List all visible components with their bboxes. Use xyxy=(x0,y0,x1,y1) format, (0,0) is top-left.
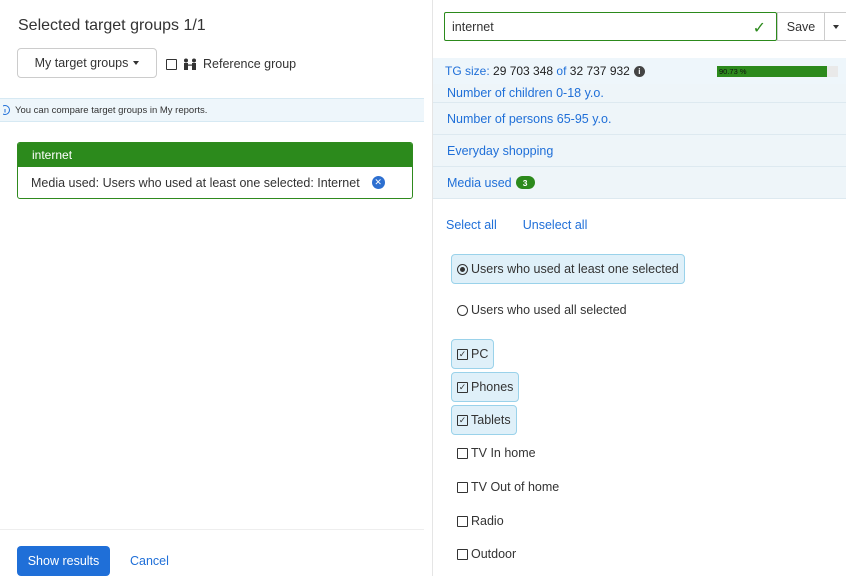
unselect-all-link[interactable]: Unselect all xyxy=(523,218,588,232)
media-option-radio[interactable]: Radio xyxy=(452,506,509,536)
category-item[interactable]: Number of children 0-18 y.o. xyxy=(433,84,846,103)
tg-size-value: 29 703 348 xyxy=(493,64,554,78)
option-label: Phones xyxy=(471,380,514,394)
checkbox-checked[interactable]: ✓ xyxy=(457,348,468,360)
remove-condition-icon[interactable]: ✕ xyxy=(371,176,385,189)
selection-links: Select all Unselect all xyxy=(446,218,587,232)
category-item[interactable]: Number of persons 65-95 y.o. xyxy=(433,103,846,135)
selected-count-badge: 3 xyxy=(515,176,535,189)
media-option-pc[interactable]: ✓ PC xyxy=(451,339,495,369)
reference-group-toggle[interactable]: Reference group xyxy=(166,57,296,71)
tg-name-input[interactable] xyxy=(452,19,742,34)
checkmark-icon: ✓ xyxy=(752,20,766,37)
progress-label: 90.73 % xyxy=(719,67,747,76)
info-banner: You can compare target groups in My repo… xyxy=(0,98,424,122)
option-label: Users who used all selected xyxy=(471,303,627,317)
info-icon xyxy=(3,105,10,115)
panel-footer: Show results Cancel xyxy=(0,529,424,576)
media-option-phones[interactable]: ✓ Phones xyxy=(451,372,520,402)
my-target-groups-dropdown[interactable]: My target groups xyxy=(17,48,157,78)
tg-name-field[interactable]: ✓ xyxy=(444,12,777,41)
option-label: PC xyxy=(471,347,489,361)
show-results-button[interactable]: Show results xyxy=(17,546,110,576)
checkbox[interactable] xyxy=(457,515,468,527)
mode-option-all[interactable]: Users who used all selected xyxy=(452,295,632,325)
info-icon[interactable]: i xyxy=(633,65,645,77)
media-option-tv-in-home[interactable]: TV In home xyxy=(452,438,541,468)
panel-title: Selected target groups 1/1 xyxy=(18,17,206,34)
option-label: Outdoor xyxy=(471,547,517,561)
target-group-name[interactable]: internet xyxy=(18,143,412,167)
criteria-panel: ✓ Save TG size: 29 703 348 of 32 737 932… xyxy=(432,0,846,576)
target-group-card: internet Media used: Users who used at l… xyxy=(17,142,413,199)
caret-down-icon xyxy=(133,61,140,65)
tg-size-progress: 90.73 % xyxy=(717,66,838,77)
checkbox[interactable] xyxy=(457,447,468,459)
checkbox[interactable] xyxy=(457,548,468,560)
people-icon xyxy=(184,58,196,70)
checkbox[interactable] xyxy=(457,481,468,493)
radio-button[interactable] xyxy=(457,263,468,275)
checkbox-checked[interactable]: ✓ xyxy=(457,381,468,393)
radio-button[interactable] xyxy=(457,304,468,316)
option-label: Tablets xyxy=(471,413,511,427)
option-label: TV In home xyxy=(471,446,536,460)
target-groups-panel: Selected target groups 1/1 My target gro… xyxy=(0,0,424,576)
select-all-link[interactable]: Select all xyxy=(446,218,497,232)
tg-size-total: 32 737 932 xyxy=(569,64,630,78)
category-list: Number of children 0-18 y.o. Number of p… xyxy=(433,84,846,199)
save-options-dropdown[interactable] xyxy=(825,12,846,41)
tg-size-of: of xyxy=(556,64,567,78)
my-target-groups-label: My target groups xyxy=(34,56,129,70)
target-group-condition-row: Media used: Users who used at least one … xyxy=(18,167,412,198)
reference-group-label: Reference group xyxy=(203,57,297,71)
option-label: Users who used at least one selected xyxy=(471,262,679,276)
checkbox-checked[interactable]: ✓ xyxy=(457,414,468,426)
target-group-condition: Media used: Users who used at least one … xyxy=(31,175,360,190)
mode-option-at-least-one[interactable]: Users who used at least one selected xyxy=(451,254,685,284)
media-option-tv-out-of-home[interactable]: TV Out of home xyxy=(452,472,564,502)
media-option-tablets[interactable]: ✓ Tablets xyxy=(451,405,517,435)
category-label: Media used xyxy=(447,175,512,190)
save-button[interactable]: Save xyxy=(777,12,825,41)
option-label: TV Out of home xyxy=(471,480,560,494)
info-text: You can compare target groups in My repo… xyxy=(15,104,208,116)
media-option-outdoor[interactable]: Outdoor xyxy=(452,539,521,569)
option-label: Radio xyxy=(471,514,504,528)
category-item-media-used[interactable]: Media used 3 xyxy=(433,167,846,199)
reference-group-checkbox[interactable] xyxy=(166,58,177,70)
cancel-link[interactable]: Cancel xyxy=(130,554,169,568)
caret-down-icon xyxy=(832,24,839,29)
category-item[interactable]: Everyday shopping xyxy=(433,135,846,167)
tg-size-label: TG size: xyxy=(445,64,490,78)
